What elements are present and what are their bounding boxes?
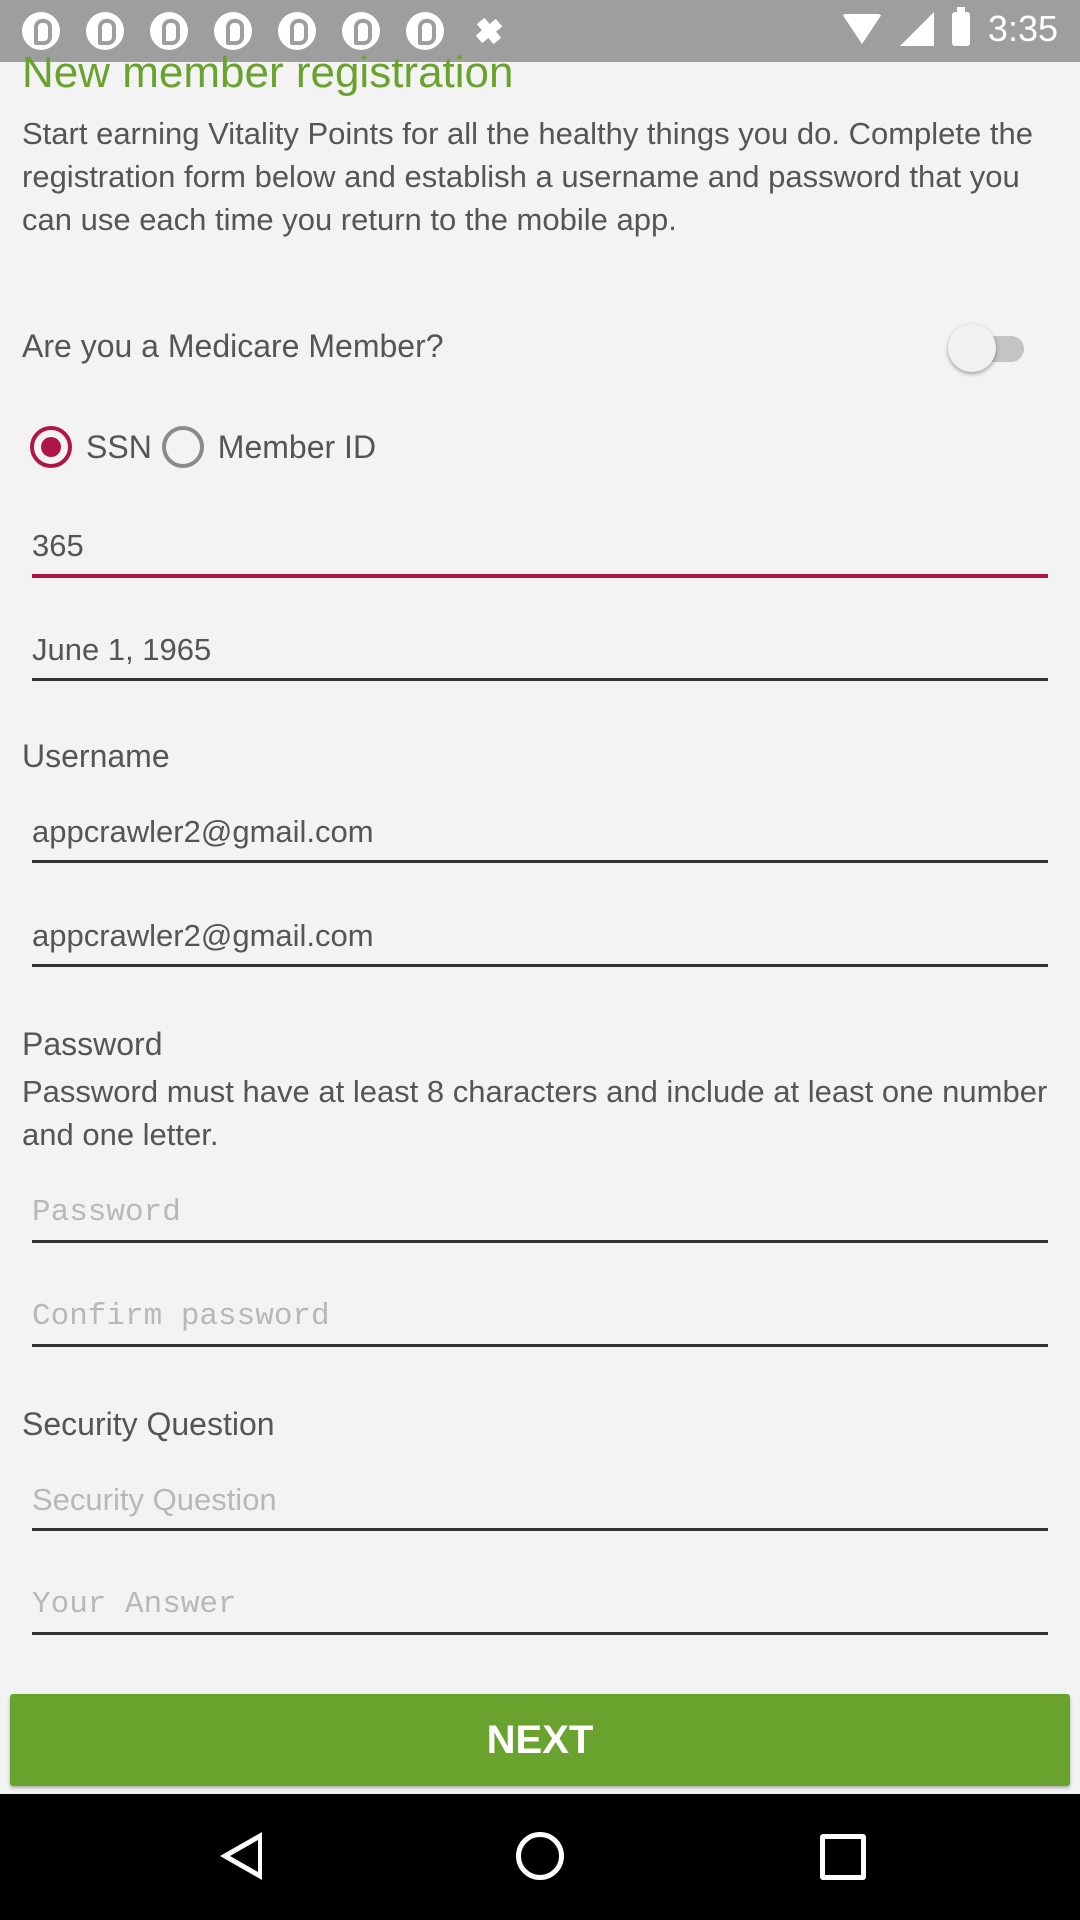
intro-text: Start earning Vitality Points for all th… — [22, 116, 1033, 237]
password-input[interactable] — [32, 1190, 1048, 1234]
wifi-icon — [841, 14, 882, 44]
radio-member-id-label: Member ID — [217, 428, 377, 465]
pinterest-icon — [86, 12, 124, 50]
home-icon[interactable] — [516, 1832, 564, 1880]
username-underline — [32, 860, 1048, 863]
radio-ssn[interactable]: SSN — [30, 426, 152, 468]
clock: 3:35 — [987, 8, 1058, 49]
pinterest-icon — [278, 12, 316, 50]
security-question-underline — [32, 1528, 1048, 1531]
pinterest-icon — [342, 12, 380, 50]
radio-unselected-icon — [161, 426, 204, 468]
confirm-password-field — [32, 1294, 1048, 1347]
confirm-username-field — [32, 914, 1048, 967]
satellite-icon — [470, 12, 508, 50]
confirm-password-input[interactable] — [32, 1294, 1048, 1338]
ssn-field — [32, 524, 1048, 578]
confirm-username-input[interactable] — [32, 914, 1048, 958]
page-title: New member registration — [22, 48, 514, 97]
username-field — [32, 810, 1048, 863]
system-status: 3:35 — [841, 7, 1058, 50]
battery-icon — [951, 7, 970, 46]
security-answer-field — [32, 1582, 1048, 1635]
recent-apps-icon[interactable] — [820, 1834, 866, 1880]
date-of-birth-input[interactable] — [32, 628, 1048, 672]
cell-signal-icon — [899, 12, 934, 46]
medicare-toggle[interactable] — [946, 324, 1032, 372]
password-help-text: Password must have at least 8 characters… — [22, 1074, 1048, 1152]
password-underline — [32, 1240, 1048, 1243]
radio-member-id[interactable]: Member ID — [161, 426, 377, 468]
ssn-underline — [32, 574, 1048, 578]
next-button[interactable]: NEXT — [10, 1694, 1070, 1786]
dob-underline — [32, 678, 1048, 681]
security-question-field — [32, 1478, 1048, 1531]
password-field — [32, 1190, 1048, 1243]
ssn-input[interactable] — [32, 524, 1048, 568]
password-label: Password — [22, 1026, 163, 1062]
security-answer-input[interactable] — [32, 1582, 1048, 1626]
security-answer-underline — [32, 1632, 1048, 1635]
security-question-label: Security Question — [22, 1406, 275, 1442]
security-question-input[interactable] — [32, 1478, 1048, 1522]
pinterest-icon — [214, 12, 252, 50]
pinterest-icon — [22, 12, 60, 50]
radio-selected-icon — [30, 426, 72, 468]
pinterest-icon — [150, 12, 188, 50]
navigation-bar — [0, 1794, 1080, 1920]
toggle-thumb — [948, 324, 996, 372]
username-input[interactable] — [32, 810, 1048, 854]
dob-field — [32, 628, 1048, 681]
back-icon[interactable] — [220, 1832, 262, 1880]
id-type-radio-group: SSN Member ID — [30, 426, 376, 468]
confirm-password-underline — [32, 1344, 1048, 1347]
radio-ssn-label: SSN — [86, 428, 152, 465]
medicare-label: Are you a Medicare Member? — [22, 328, 444, 364]
username-label: Username — [22, 738, 170, 774]
pinterest-icon — [406, 12, 444, 50]
confirm-username-underline — [32, 964, 1048, 967]
notification-icons — [22, 12, 508, 50]
